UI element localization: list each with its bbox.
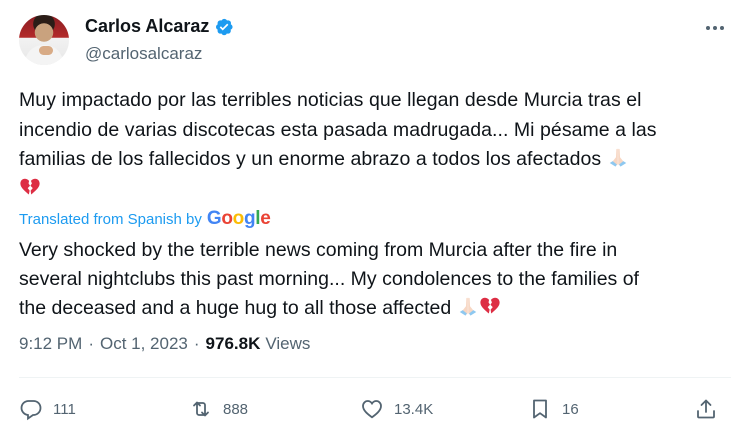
translated-text-line-1: Very shocked by the terrible news coming… xyxy=(19,239,618,261)
retweet-count: 888 xyxy=(223,400,249,418)
google-logo: Google xyxy=(206,208,271,229)
author-name-row: Carlos Alcaraz xyxy=(85,16,234,37)
tweet-date[interactable]: Oct 1, 2023 xyxy=(100,334,188,354)
tweet-text-line-1: Muy impactado por las terribles noticias… xyxy=(19,89,642,111)
tweet-text-line-2: incendio de varias discotecas esta pasad… xyxy=(19,118,657,141)
translated-label: Translated from Spanish by xyxy=(19,210,202,228)
tweet-meta: 9:12 PM · Oct 1, 2023 · 976.8K Views xyxy=(19,334,310,354)
folded-hands-emoji-icon xyxy=(609,148,626,167)
translated-text-line-2: several nightclubs this past morning... … xyxy=(19,268,639,290)
tweet-text-line-3: familias de los fallecidos y un enorme a… xyxy=(19,148,602,170)
translated-text: Very shocked by the terrible news coming… xyxy=(19,236,729,323)
folded-hands-emoji-icon xyxy=(459,297,476,316)
bookmark-button[interactable]: 16 xyxy=(528,392,579,426)
author-name[interactable]: Carlos Alcaraz xyxy=(85,16,209,37)
avatar-hand xyxy=(39,46,53,55)
share-button[interactable] xyxy=(694,392,718,426)
retweet-icon xyxy=(193,401,209,417)
broken-heart-emoji-icon xyxy=(20,178,40,195)
reply-count: 111 xyxy=(53,400,76,418)
views-label: Views xyxy=(265,334,311,353)
bookmark-count: 16 xyxy=(562,400,579,418)
action-bar: 111 888 13.4K 16 xyxy=(19,392,731,426)
share-icon xyxy=(697,399,715,419)
retweet-button[interactable]: 888 xyxy=(189,392,248,426)
bookmark-icon xyxy=(533,399,547,419)
author-handle[interactable]: @carlosalcaraz xyxy=(85,44,202,64)
meta-separator: · xyxy=(88,334,94,353)
tweet: Carlos Alcaraz @carlosalcaraz Muy impact… xyxy=(0,0,748,439)
divider xyxy=(19,377,731,378)
tweet-text: Muy impactado por las terribles noticias… xyxy=(19,86,719,204)
meta-separator: · xyxy=(193,334,200,353)
more-options-icon[interactable] xyxy=(703,20,727,36)
like-count: 13.4K xyxy=(394,400,434,418)
avatar[interactable] xyxy=(19,15,69,65)
reply-icon xyxy=(20,400,42,421)
verified-badge-icon xyxy=(216,18,233,35)
translation-attribution[interactable]: Translated from Spanish by Google xyxy=(19,208,271,230)
broken-heart-emoji-icon xyxy=(480,297,500,314)
like-button[interactable]: 13.4K xyxy=(360,392,433,426)
tweet-time[interactable]: 9:12 PM xyxy=(19,334,82,354)
views-count: 976.8K xyxy=(205,334,261,353)
heart-icon xyxy=(362,400,382,419)
reply-button[interactable]: 111 xyxy=(19,392,76,426)
translated-text-line-3: the deceased and a huge hug to all those… xyxy=(19,297,452,319)
